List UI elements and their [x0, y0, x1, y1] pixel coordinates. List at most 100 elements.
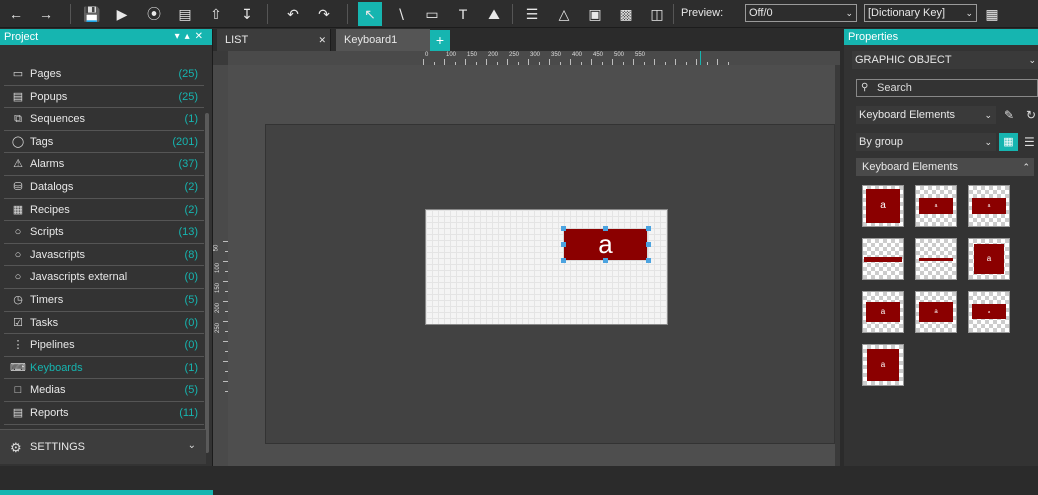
save-icon[interactable]: 💾 [80, 2, 104, 26]
group-icon[interactable]: ▩ [614, 2, 638, 26]
tree-item-label: Alarms [30, 158, 65, 171]
ruler-label: 500 [614, 52, 625, 58]
keyboard-element-thumb[interactable]: a [915, 185, 957, 227]
thumb-key: a [919, 302, 953, 322]
tree-item-javascripts[interactable]: ○ Javascripts (8) [4, 244, 204, 267]
resize-handle[interactable] [561, 226, 566, 231]
tree-item-tasks[interactable]: ☑ Tasks (0) [4, 312, 204, 335]
add-tab-button[interactable]: + [430, 30, 450, 51]
keyboard-frame[interactable]: a [425, 209, 668, 325]
keyboard-element-thumb[interactable] [915, 238, 957, 280]
tree-item-count: (201) [172, 135, 198, 148]
resize-handle[interactable] [646, 226, 651, 231]
grid-view-icon[interactable]: ▦ [999, 133, 1018, 151]
tree-item-keyboards[interactable]: ⌨ Keyboards (1) [4, 357, 204, 380]
timer-icon: ◷ [13, 293, 23, 306]
panel-header-controls[interactable]: ▾▴✕ [175, 29, 208, 45]
ruler-label: 200 [488, 52, 499, 58]
resize-handle[interactable] [561, 242, 566, 247]
project-scrollbar[interactable] [205, 113, 209, 453]
play-icon[interactable]: ▶ [110, 2, 134, 26]
arrange-icon[interactable]: ◫ [645, 2, 669, 26]
undo-icon[interactable]: ↶ [281, 2, 305, 26]
align-icon[interactable]: ☰ [520, 2, 544, 26]
list-view-icon[interactable]: ☰ [1024, 135, 1035, 149]
keyboard-element-thumb[interactable]: a [862, 291, 904, 333]
tree-item-label: Scripts [30, 226, 64, 239]
upload-icon[interactable]: ⇧ [204, 2, 228, 26]
resize-icon[interactable]: ▣ [583, 2, 607, 26]
tree-item-alarms[interactable]: ⚠ Alarms (37) [4, 153, 204, 176]
tree-item-count: (5) [184, 293, 198, 306]
tree-item-label: Pipelines [30, 339, 75, 352]
resize-handle[interactable] [646, 258, 651, 263]
ruler-label: 250 [215, 322, 222, 334]
tree-item-sequences[interactable]: ⧉ Sequences (1) [4, 108, 204, 131]
keyboard-element-thumb[interactable]: a [968, 238, 1010, 280]
page-icon[interactable]: ▤ [173, 2, 197, 26]
simulate-icon[interactable]: ⦿ [142, 2, 166, 26]
ruler-label: 200 [215, 302, 222, 314]
tree-item-pages[interactable]: ▭ Pages (25) [4, 63, 204, 86]
chevron-down-icon: ⌄ [965, 8, 973, 18]
search-input[interactable]: ⚲ Search [856, 79, 1038, 97]
tree-item-count: (1) [184, 361, 198, 374]
thumb-key-bar [919, 258, 953, 261]
editor-tabs: LIST ✕ Keyboard1 + [213, 29, 840, 51]
pencil-icon[interactable]: ✎ [1004, 108, 1014, 122]
keyboard-element-thumb[interactable]: a [915, 291, 957, 333]
rectangle-tool-icon[interactable]: ▭ [420, 2, 444, 26]
tree-item-datalogs[interactable]: ⛁ Datalogs (2) [4, 176, 204, 199]
image-tool-icon[interactable]: ⛰ [482, 2, 506, 26]
search-placeholder: Search [877, 82, 912, 94]
tree-item-javascripts-external[interactable]: ○ Javascripts external (0) [4, 266, 204, 289]
keyboard-elements-group[interactable]: Keyboard Elements ⌃ [856, 158, 1034, 176]
close-icon[interactable]: ✕ [318, 29, 326, 51]
redo-icon[interactable]: ↷ [312, 2, 336, 26]
keyboard-element-thumb[interactable]: a [968, 185, 1010, 227]
dictionary-select[interactable]: [Dictionary Key] ⌄ [864, 4, 977, 22]
distribute-icon[interactable]: △ [552, 2, 576, 26]
report-icon: ▤ [12, 406, 24, 419]
tree-item-recipes[interactable]: ▦ Recipes (2) [4, 199, 204, 222]
resize-handle[interactable] [561, 258, 566, 263]
refresh-icon[interactable]: ↻ [1026, 108, 1036, 122]
keyboard-element-thumb[interactable]: a [968, 291, 1010, 333]
search-icon: ⚲ [861, 82, 869, 93]
tree-item-count: (8) [184, 248, 198, 261]
project-tree: ▭ Pages (25) ▤ Popups (25) ⧉ Sequences (1) ◯ Ta… [0, 63, 205, 425]
tree-item-tags[interactable]: ◯ Tags (201) [4, 131, 204, 154]
tree-item-popups[interactable]: ▤ Popups (25) [4, 86, 204, 109]
forward-arrow-icon[interactable]: → [34, 2, 58, 26]
download-icon[interactable]: ↧ [235, 2, 259, 26]
resize-handle[interactable] [603, 226, 608, 231]
keyboard-key[interactable]: a [563, 228, 648, 261]
line-tool-icon[interactable]: ∖ [389, 2, 413, 26]
select-tool-icon[interactable]: ↖ [358, 2, 382, 26]
tree-item-scripts[interactable]: ○ Scripts (13) [4, 221, 204, 244]
keyboard-element-thumb[interactable] [862, 238, 904, 280]
tree-item-pipelines[interactable]: ⋮ Pipelines (0) [4, 334, 204, 357]
gear-icon: ⚙ [10, 440, 22, 455]
tree-item-timers[interactable]: ◷ Timers (5) [4, 289, 204, 312]
tree-item-count: (11) [179, 406, 198, 419]
settings-section[interactable]: ⚙ SETTINGS ⌄ [0, 429, 206, 464]
keyboard-element-thumb[interactable]: a [862, 185, 904, 227]
text-tool-icon[interactable]: T [451, 2, 475, 26]
resize-handle[interactable] [646, 242, 651, 247]
category-select[interactable]: Keyboard Elements ⌄ [856, 106, 996, 124]
resize-handle[interactable] [603, 258, 608, 263]
grouping-select[interactable]: By group ⌄ [856, 133, 996, 151]
canvas[interactable]: a [228, 65, 835, 466]
keyboard-element-thumb[interactable]: a [862, 344, 904, 386]
graphic-object-select[interactable]: GRAPHIC OBJECT ⌄ [852, 51, 1038, 69]
fullscreen-icon[interactable]: ▦ [980, 2, 1004, 26]
tab-list[interactable]: LIST ✕ [217, 29, 331, 51]
preview-select[interactable]: Off/0 ⌄ [745, 4, 857, 22]
tag-icon: ◯ [11, 135, 25, 148]
preview-label: Preview: [681, 7, 724, 19]
tree-item-reports[interactable]: ▤ Reports (11) [4, 402, 204, 425]
back-arrow-icon[interactable]: ← [4, 2, 28, 26]
tree-item-medias[interactable]: □ Medias (5) [4, 379, 204, 402]
tab-keyboard1[interactable]: Keyboard1 [336, 29, 430, 51]
